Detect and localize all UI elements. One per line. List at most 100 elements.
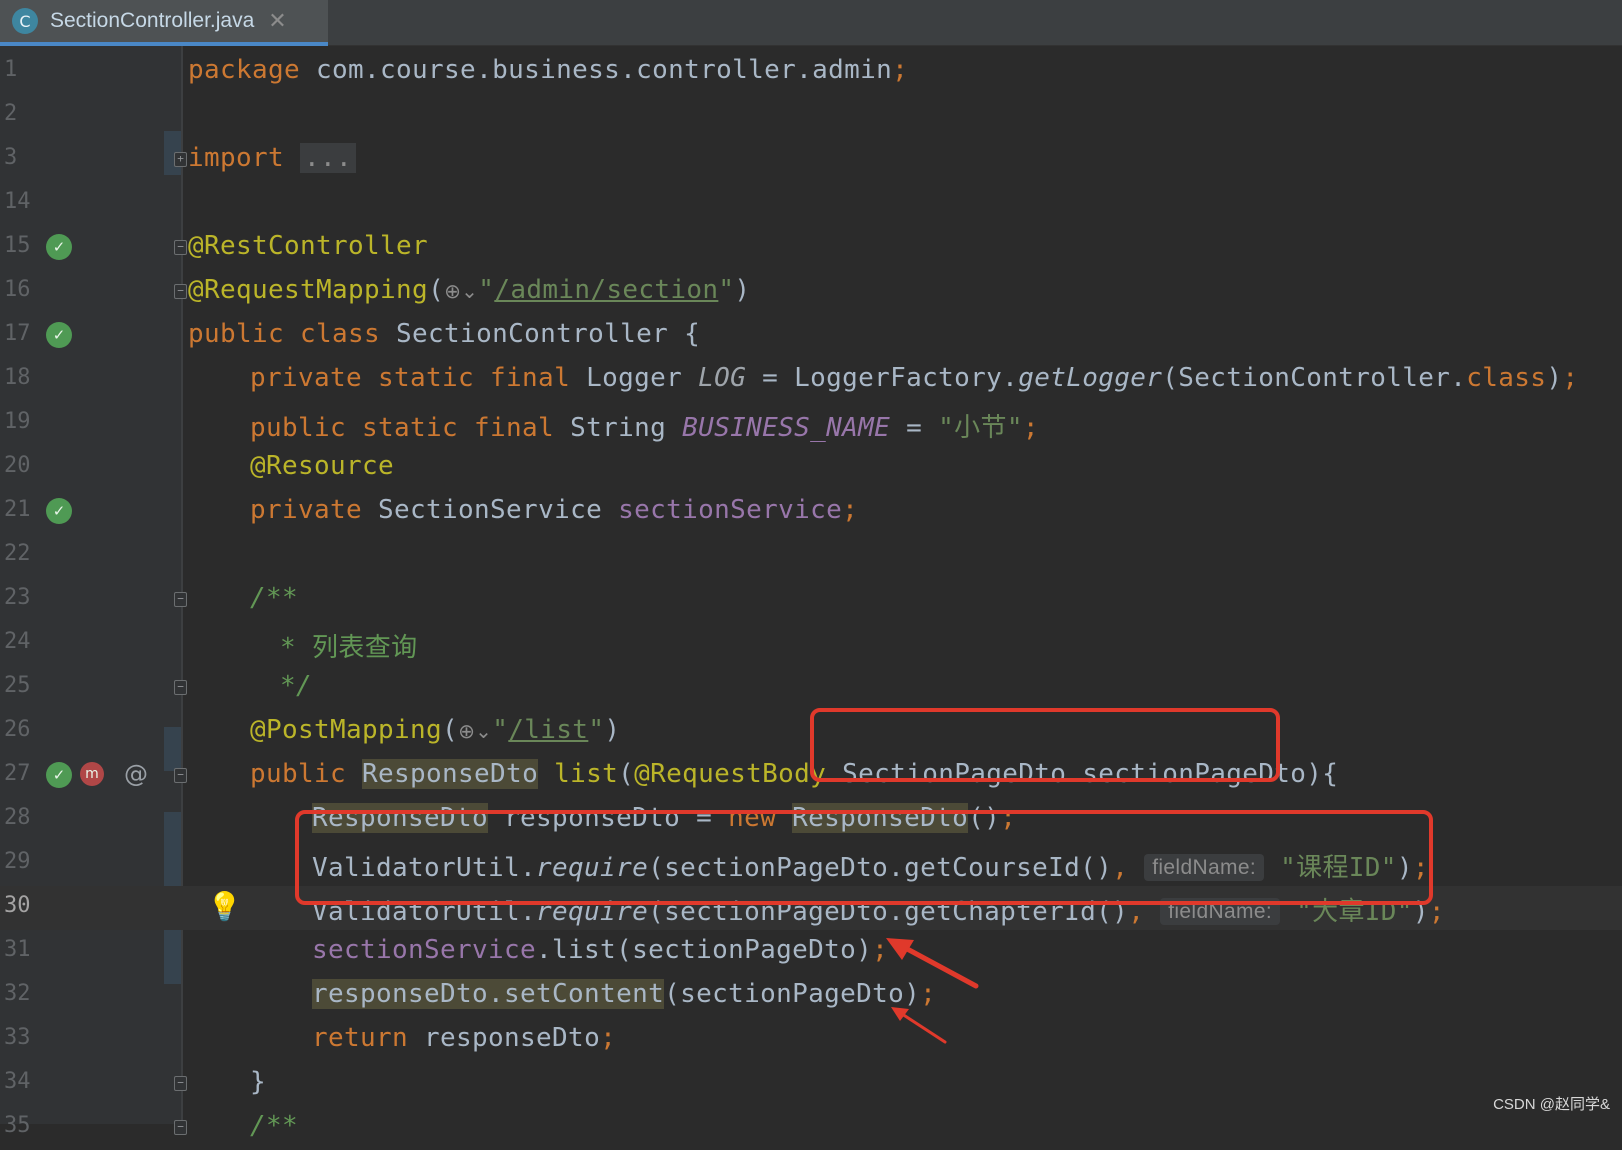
line-number: 23 (4, 585, 31, 610)
spring-bean-icon[interactable]: ✓ (46, 322, 72, 348)
code-line[interactable]: 35 − /** (0, 1106, 1622, 1150)
code-token: ) (604, 715, 621, 745)
code-text[interactable]: public static final String BUSINESS_NAME… (250, 407, 1039, 444)
fold-toggle-icon[interactable]: − (174, 240, 187, 255)
code-line[interactable]: 14 (0, 182, 1622, 226)
fold-toggle-icon[interactable]: − (174, 680, 187, 695)
code-text[interactable]: @RestController (188, 231, 428, 261)
close-icon[interactable]: ✕ (268, 9, 286, 34)
code-line[interactable]: 29 ValidatorUtil.require(sectionPageDto.g… (0, 842, 1622, 886)
code-line[interactable]: 24 * 列表查询 (0, 622, 1622, 666)
code-text[interactable]: ValidatorUtil.require(sectionPageDto.get… (312, 847, 1429, 884)
fold-toggle-icon[interactable]: − (174, 592, 187, 607)
code-text[interactable]: public class SectionController { (188, 319, 700, 349)
code-editor[interactable]: 1 package com.course.business.controller.… (0, 50, 1622, 1150)
request-mapping-icon[interactable]: ✓ (46, 762, 72, 788)
autowired-icon[interactable]: ✓ (46, 498, 72, 524)
line-number: 16 (4, 277, 31, 302)
code-token: @RestController (188, 231, 429, 261)
line-number: 19 (4, 409, 31, 434)
code-token: ) (1546, 363, 1563, 393)
code-line[interactable]: 3 + import ... (0, 138, 1622, 182)
code-token: ) (1396, 853, 1413, 883)
code-token: " (718, 275, 735, 305)
code-line[interactable]: 26 @PostMapping(⊕⌄"/list") (0, 710, 1622, 754)
code-token: " (478, 275, 495, 305)
fold-toggle-icon[interactable]: + (174, 152, 187, 167)
code-text[interactable]: ResponseDto responseDto = new ResponseDt… (312, 803, 1016, 833)
code-line[interactable]: 22 (0, 534, 1622, 578)
code-text[interactable]: @PostMapping(⊕⌄"/list") (250, 715, 620, 745)
code-token: 列表查询 (312, 633, 418, 663)
code-line[interactable]: 20 @Resource (0, 446, 1622, 490)
tab-section-controller[interactable]: C SectionController.java ✕ (0, 0, 328, 46)
code-text[interactable]: private static final Logger LOG = Logger… (250, 363, 1578, 393)
code-line[interactable]: 19 public static final String BUSINESS_NA… (0, 402, 1622, 446)
code-token: * (264, 633, 313, 663)
code-token: sectionService (618, 495, 843, 525)
code-line[interactable]: 15 ✓ − @RestController (0, 226, 1622, 270)
line-number: 33 (4, 1025, 31, 1050)
code-token: = (890, 413, 939, 443)
code-line[interactable]: 21 ✓ private SectionService sectionService… (0, 490, 1622, 534)
code-text[interactable]: @Resource (250, 451, 394, 481)
at-symbol-icon[interactable]: @ (124, 760, 148, 788)
code-line[interactable]: 2 (0, 94, 1622, 138)
code-text[interactable]: /** (250, 1111, 298, 1141)
code-text[interactable]: */ (264, 671, 312, 701)
code-token: ⊕⌄ (444, 279, 479, 303)
code-text[interactable]: public ResponseDto list(@RequestBody Sec… (250, 759, 1338, 789)
fold-toggle-icon[interactable]: − (174, 768, 187, 783)
code-line[interactable]: 28 ResponseDto responseDto = new Response… (0, 798, 1622, 842)
line-number: 26 (4, 717, 31, 742)
code-text[interactable]: /** (250, 583, 298, 613)
code-token: @Resource (250, 451, 395, 481)
spring-bean-icon[interactable]: ✓ (46, 234, 72, 260)
code-token: String (570, 413, 683, 443)
code-token: ; (920, 979, 937, 1009)
lightbulb-icon[interactable]: 💡 (207, 890, 242, 923)
fold-toggle-icon[interactable]: − (174, 1120, 187, 1135)
code-token: public (250, 759, 363, 789)
code-text[interactable]: * 列表查询 (264, 627, 417, 664)
line-number: 14 (4, 189, 31, 214)
code-token: ValidatorUtil. (312, 853, 537, 883)
code-line[interactable]: 18 private static final Logger LOG = Logg… (0, 358, 1622, 402)
code-line[interactable]: 27 ✓ m @ − public ResponseDto list(@RequestBo… (0, 754, 1622, 798)
code-text[interactable]: responseDto.setContent(sectionPageDto); (312, 979, 936, 1009)
code-token: "小节" (938, 413, 1023, 443)
code-token: () (968, 803, 1001, 833)
editor-tab-bar: C SectionController.java ✕ (0, 0, 1622, 46)
code-text[interactable]: import ... (188, 143, 357, 173)
code-token: import (188, 143, 301, 173)
java-class-icon: C (12, 8, 38, 34)
code-line[interactable]: 31 sectionService.list(sectionPageDto); (0, 930, 1622, 974)
code-text[interactable]: package com.course.business.controller.a… (188, 55, 908, 85)
code-line[interactable]: 34 −} (0, 1062, 1622, 1106)
code-token: /** (250, 1111, 299, 1141)
code-token: com.course.business.controller.admin (316, 55, 893, 85)
code-line[interactable]: 30 💡 ValidatorUtil.require(sectionPageDto.… (0, 886, 1622, 930)
code-line[interactable]: 32 responseDto.setContent(sectionPageDto)… (0, 974, 1622, 1018)
code-line[interactable]: 25 − */ (0, 666, 1622, 710)
line-number: 29 (4, 849, 31, 874)
code-text[interactable]: sectionService.list(sectionPageDto); (312, 935, 888, 965)
fold-toggle-icon[interactable]: − (174, 284, 187, 299)
line-number: 1 (4, 57, 18, 82)
code-token: @RequestMapping (188, 275, 429, 305)
code-line[interactable]: 1 package com.course.business.controller.… (0, 50, 1622, 94)
method-icon[interactable]: m (80, 762, 104, 786)
code-text[interactable]: private SectionService sectionService; (250, 495, 858, 525)
code-line[interactable]: 16 − @RequestMapping(⊕⌄"/admin/section") (0, 270, 1622, 314)
code-token: fieldName: (1160, 898, 1281, 925)
code-text[interactable]: return responseDto; (312, 1023, 616, 1053)
code-token: ResponseDto (312, 803, 489, 833)
code-text[interactable]: } (250, 1067, 266, 1097)
code-text[interactable]: @RequestMapping(⊕⌄"/admin/section") (188, 275, 750, 305)
code-text[interactable]: ValidatorUtil.require(sectionPageDto.get… (312, 891, 1445, 928)
code-token: package (188, 55, 317, 85)
fold-toggle-icon[interactable]: − (174, 1076, 187, 1091)
code-line[interactable]: 33 return responseDto; (0, 1018, 1622, 1062)
code-line[interactable]: 17 ✓ public class SectionController { (0, 314, 1622, 358)
code-line[interactable]: 23 − /** (0, 578, 1622, 622)
